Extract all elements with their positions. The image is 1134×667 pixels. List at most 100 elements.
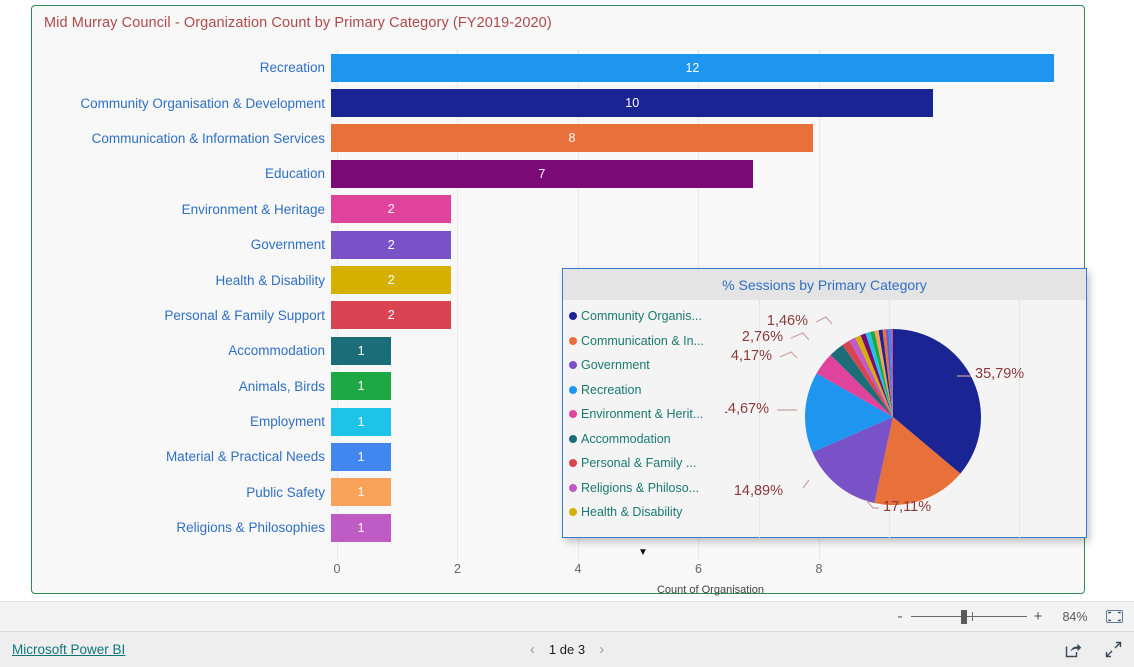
legend-item-label: Accommodation [581, 431, 671, 446]
legend-item[interactable]: Health & Disability [569, 500, 729, 525]
pie-chart-header: % Sessions by Primary Category [563, 269, 1086, 300]
bar-chart-x-axis-title: Count of Organisation [656, 584, 764, 596]
fullscreen-icon[interactable] [1104, 641, 1122, 659]
legend-color-dot [569, 459, 577, 468]
bar-segment[interactable]: 12 [331, 53, 1054, 82]
bar-chart-row[interactable]: Education 7 [32, 156, 1084, 191]
pie-chart-title: % Sessions by Primary Category [722, 276, 927, 293]
zoom-in-button[interactable]: + [1030, 609, 1046, 624]
pie-data-label: 14,67% [725, 401, 769, 417]
bar-segment[interactable]: 10 [331, 89, 934, 118]
bar-value-label: 2 [387, 202, 395, 217]
legend-item-label: Environment & Herit... [581, 407, 704, 422]
pie-data-label: 14,89% [734, 483, 783, 499]
legend-color-dot [569, 508, 577, 517]
bar-category-label[interactable]: Personal & Family Support [32, 308, 331, 323]
share-icon[interactable] [1064, 641, 1082, 659]
x-axis-tick-label: 8 [815, 562, 823, 576]
bar-segment[interactable]: 1 [331, 513, 392, 542]
legend-color-dot [569, 312, 577, 321]
bar-segment[interactable]: 1 [331, 336, 392, 365]
bar-category-label[interactable]: Accommodation [32, 343, 331, 358]
bar-segment[interactable]: 1 [331, 407, 392, 436]
bar-chart-row[interactable]: Communication & Information Services 8 [32, 121, 1084, 156]
bar-chart-row[interactable]: Government 2 [32, 227, 1084, 262]
legend-item[interactable]: Community Organis... [569, 304, 729, 329]
fit-to-page-icon[interactable] [1104, 609, 1124, 625]
bar-chart-row[interactable]: Recreation 12 [32, 50, 1084, 85]
pie-data-label: 35,79% [975, 366, 1024, 382]
bar-category-label[interactable]: Religions & Philosophies [32, 520, 331, 535]
bar-category-label[interactable]: Health & Disability [32, 273, 331, 288]
pie-data-label: 2,76% [742, 329, 783, 345]
bar-category-label[interactable]: Government [32, 237, 331, 252]
powerbi-brand-link[interactable]: Microsoft Power BI [12, 642, 125, 657]
zoom-slider[interactable] [911, 609, 1027, 624]
legend-item[interactable]: Personal & Family ... [569, 451, 729, 476]
bar-value-label: 1 [357, 520, 365, 535]
bar-value-label: 8 [568, 131, 576, 146]
bar-chart-x-axis: 0 2 4 6 8 [333, 562, 1084, 582]
bar-chart-visual[interactable]: Mid Murray Council - Organization Count … [31, 5, 1088, 596]
pie-data-label: 17,11% [883, 499, 931, 515]
x-axis-tick-label: 0 [333, 562, 341, 576]
bar-category-label[interactable]: Employment [32, 414, 331, 429]
bar-track: 10 [331, 85, 1084, 120]
bar-segment[interactable]: 2 [331, 230, 452, 259]
bar-category-label[interactable]: Public Safety [32, 485, 331, 500]
bar-segment[interactable]: 1 [331, 442, 392, 471]
bar-chart-row[interactable]: Environment & Heritage 2 [32, 192, 1084, 227]
bar-category-label[interactable]: Recreation [32, 60, 331, 75]
zoom-out-button[interactable]: - [892, 609, 908, 624]
pie-data-label: 4,17% [731, 348, 772, 364]
legend-item[interactable]: Religions & Philoso... [569, 476, 729, 501]
bar-track: 8 [331, 121, 1084, 156]
bar-value-label: 1 [357, 379, 365, 394]
legend-item[interactable]: Recreation [569, 378, 729, 403]
page-navigation: ‹ 1 de 3 › [0, 642, 1134, 657]
bar-value-label: 2 [387, 273, 395, 288]
legend-item[interactable]: Communication & In... [569, 329, 729, 354]
legend-item[interactable]: Environment & Herit... [569, 402, 729, 427]
chevron-left-icon[interactable]: ‹ [530, 642, 535, 657]
status-bar: Microsoft Power BI ‹ 1 de 3 › [0, 632, 1134, 667]
bar-category-label[interactable]: Communication & Information Services [32, 131, 331, 146]
bar-segment[interactable]: 8 [331, 124, 813, 153]
legend-item[interactable]: Accommodation [569, 427, 729, 452]
bar-value-label: 12 [685, 60, 700, 75]
legend-item-label: Religions & Philoso... [581, 480, 700, 495]
bar-segment[interactable]: 2 [331, 195, 452, 224]
bar-track: 2 [331, 227, 1084, 262]
pie-chart-visual[interactable]: % Sessions by Primary Category Community… [562, 268, 1088, 558]
pie-chart-graphic[interactable]: 35,79% 17,11% 14,89% 14,67% 4,17% 2,76%1,46% [720, 300, 1088, 538]
chevron-right-icon[interactable]: › [599, 642, 604, 657]
pie-label-leader-line [802, 479, 810, 489]
bar-segment[interactable]: 2 [331, 301, 452, 330]
bar-track: 12 [331, 50, 1084, 85]
fullscreen-glyph [1105, 641, 1121, 658]
bar-value-label: 10 [625, 96, 640, 111]
legend-item-label: Health & Disability [581, 505, 683, 520]
bar-value-label: 1 [357, 414, 365, 429]
pie-label-leader-line [790, 332, 810, 341]
zoom-slider-thumb[interactable] [961, 609, 967, 624]
bar-value-label: 1 [357, 485, 365, 500]
x-axis-tick-label: 4 [574, 562, 582, 576]
bar-value-label: 1 [357, 449, 365, 464]
bar-segment[interactable]: 7 [331, 159, 753, 188]
legend-item[interactable]: Government [569, 353, 729, 378]
pie-chart-legend[interactable]: Community Organis... Communication & In..… [569, 304, 729, 525]
bar-category-label[interactable]: Environment & Heritage [32, 202, 331, 217]
bar-segment[interactable]: 2 [331, 266, 452, 295]
bar-value-label: 2 [387, 237, 395, 252]
bar-segment[interactable]: 1 [331, 372, 392, 401]
pie-svg: 35,79% 17,11% 14,89% 14,67% 4,17% 2,76%1,46% [720, 313, 1024, 515]
bar-category-label[interactable]: Material & Practical Needs [32, 449, 331, 464]
bar-category-label[interactable]: Education [32, 166, 331, 181]
bar-category-label[interactable]: Community Organisation & Development [32, 96, 331, 111]
bar-segment[interactable]: 1 [331, 478, 392, 507]
bar-category-label[interactable]: Animals, Birds [32, 379, 331, 394]
page-indicator-label: 1 de 3 [548, 642, 586, 657]
chevron-down-icon[interactable]: ▼ [563, 548, 723, 558]
bar-chart-row[interactable]: Community Organisation & Development 10 [32, 85, 1084, 120]
